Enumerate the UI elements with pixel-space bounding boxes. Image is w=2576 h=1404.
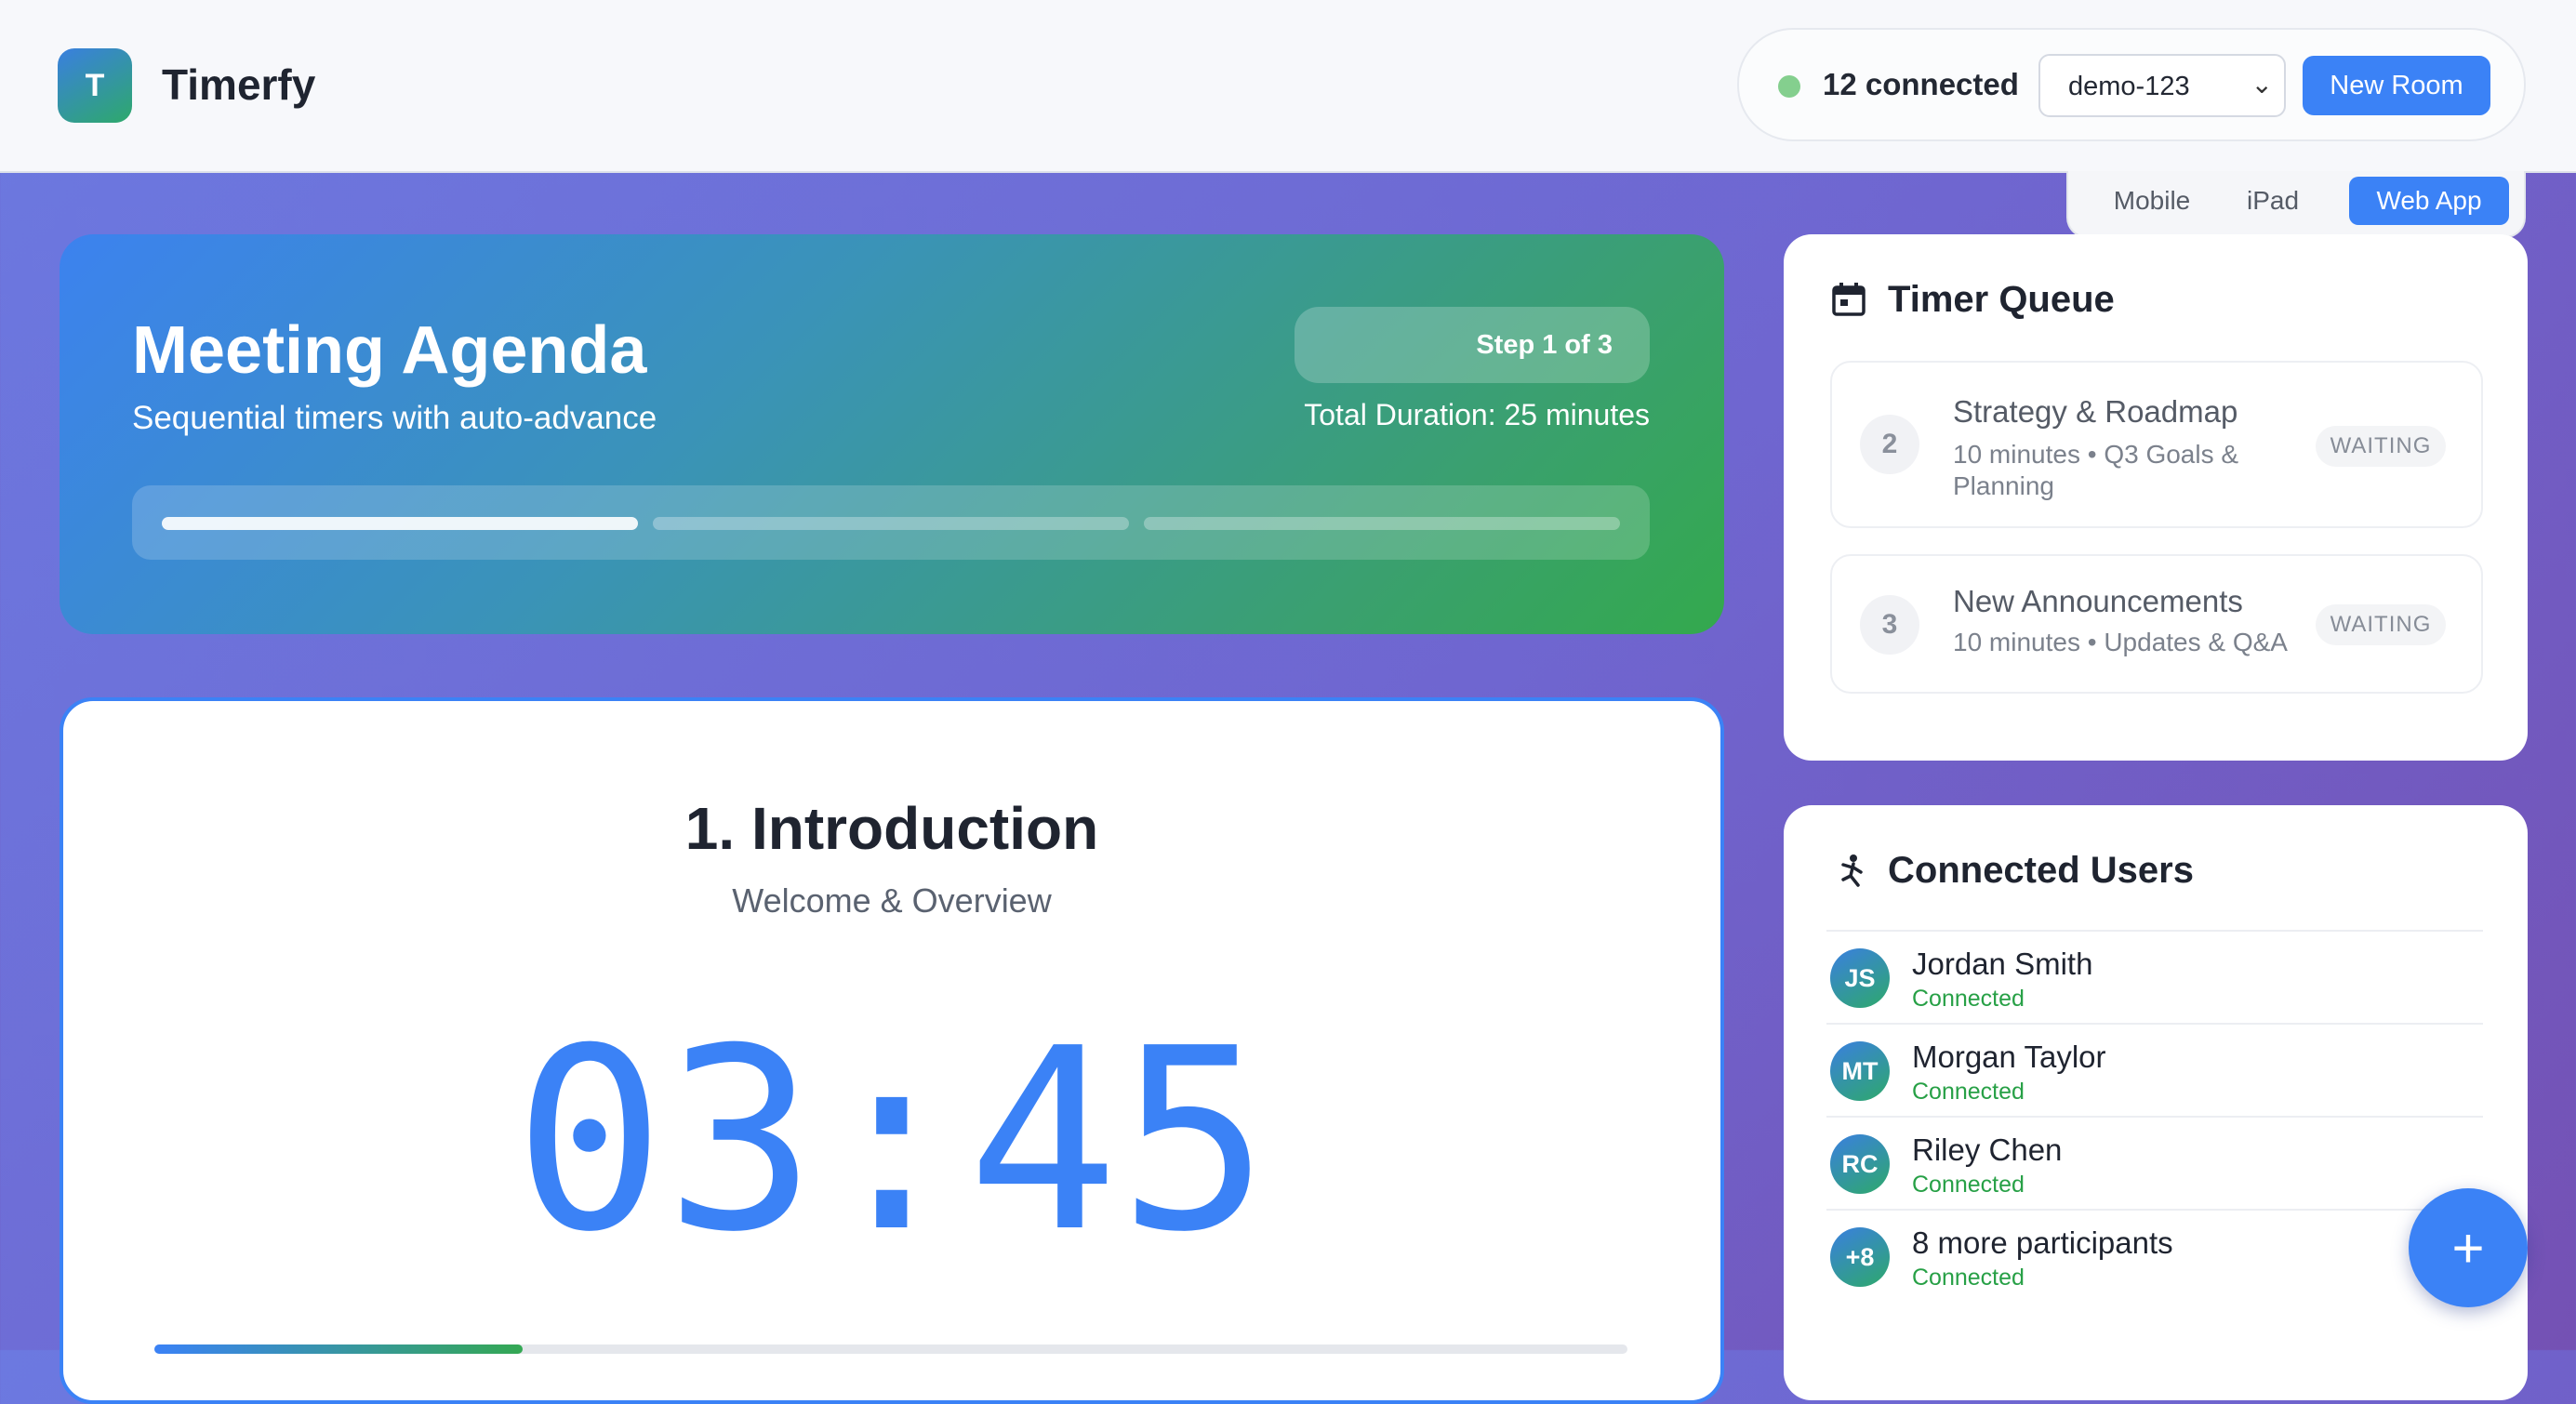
user-name: Jordan Smith [1912, 947, 2093, 981]
app-logo: T [58, 48, 132, 123]
add-button[interactable]: + [2409, 1188, 2528, 1307]
avatar: RC [1830, 1134, 1890, 1194]
view-tabs: Mobile iPad Web App [2066, 171, 2526, 238]
queue-item-number: 3 [1860, 595, 1919, 655]
timer-progress-bar [154, 1344, 1627, 1354]
connected-users-card: Connected Users JS Jordan Smith Connecte… [1784, 805, 2528, 1400]
app-name: Timerfy [162, 60, 316, 109]
plus-icon: + [2451, 1216, 2485, 1279]
user-name: Riley Chen [1912, 1132, 2063, 1167]
tab-web-app[interactable]: Web App [2349, 177, 2509, 225]
user-status: Connected [1912, 1079, 2025, 1105]
user-name: Morgan Taylor [1912, 1040, 2106, 1074]
queue-item-number: 2 [1860, 415, 1919, 474]
total-duration: Total Duration: 25 minutes [1304, 398, 1650, 431]
agenda-step-segment [1144, 517, 1620, 530]
agenda-subtitle: Sequential timers with auto-advance [132, 400, 657, 436]
user-row[interactable]: +8 8 more participants Connected [1826, 1209, 2483, 1304]
queue-item[interactable]: 3 New Announcements 10 minutes • Updates… [1830, 554, 2483, 694]
status-dot [1778, 75, 1800, 98]
user-status: Connected [1912, 1265, 2025, 1291]
tab-ipad[interactable]: iPad [2226, 177, 2319, 225]
queue-item[interactable]: 2 Strategy & Roadmap 10 minutes • Q3 Goa… [1830, 361, 2483, 528]
user-status: Connected [1912, 986, 2025, 1012]
connected-count: 12 connected [1823, 67, 2019, 101]
queue-item-meta: 10 minutes • Q3 Goals & Planning [1953, 440, 2239, 500]
avatar: MT [1830, 1041, 1890, 1101]
queue-item-meta: 10 minutes • Updates & Q&A [1953, 628, 2288, 656]
agenda-step-segment [653, 517, 1129, 530]
room-select-value: demo-123 [2068, 72, 2190, 101]
agenda-banner: Meeting Agenda Sequential timers with au… [60, 234, 1724, 634]
agenda-title: Meeting Agenda [132, 313, 647, 388]
user-row: MT Morgan Taylor Connected [1826, 1023, 2483, 1118]
status-badge: WAITING [2316, 604, 2446, 645]
timer-display: 03:45 [513, 994, 1270, 1287]
user-row: RC Riley Chen Connected [1826, 1116, 2483, 1211]
user-status: Connected [1912, 1172, 2025, 1198]
current-timer-card: 1. Introduction Welcome & Overview 03:45 [60, 697, 1724, 1404]
queue-item-title: New Announcements [1953, 584, 2243, 618]
avatar: +8 [1830, 1227, 1890, 1287]
status-badge: WAITING [2316, 426, 2446, 467]
timer-subtitle: Welcome & Overview [732, 881, 1052, 920]
room-select[interactable]: demo-123 ⌄ [2038, 54, 2286, 117]
step-badge: Step 1 of 3 [1295, 307, 1650, 383]
user-name: 8 more participants [1912, 1225, 2173, 1260]
timer-queue-card: Timer Queue 2 Strategy & Roadmap 10 minu… [1784, 234, 2528, 761]
users-icon [1830, 852, 1867, 889]
agenda-progress [132, 485, 1650, 560]
timer-title: 1. Introduction [684, 795, 1099, 862]
new-room-button[interactable]: New Room [2303, 56, 2490, 115]
top-bar: T Timerfy 12 connected demo-123 ⌄ New Ro… [0, 0, 2576, 173]
connection-panel: 12 connected demo-123 ⌄ New Room [1737, 28, 2526, 141]
queue-title: Timer Queue [1888, 279, 2115, 320]
chevron-down-icon: ⌄ [2251, 70, 2273, 99]
queue-item-title: Strategy & Roadmap [1953, 394, 2238, 429]
users-title: Connected Users [1888, 850, 2194, 891]
agenda-step-segment [162, 517, 638, 530]
calendar-icon [1830, 281, 1867, 318]
user-row: JS Jordan Smith Connected [1826, 930, 2483, 1025]
avatar: JS [1830, 948, 1890, 1008]
tab-mobile[interactable]: Mobile [2096, 177, 2208, 225]
timer-progress-fill [154, 1344, 523, 1354]
